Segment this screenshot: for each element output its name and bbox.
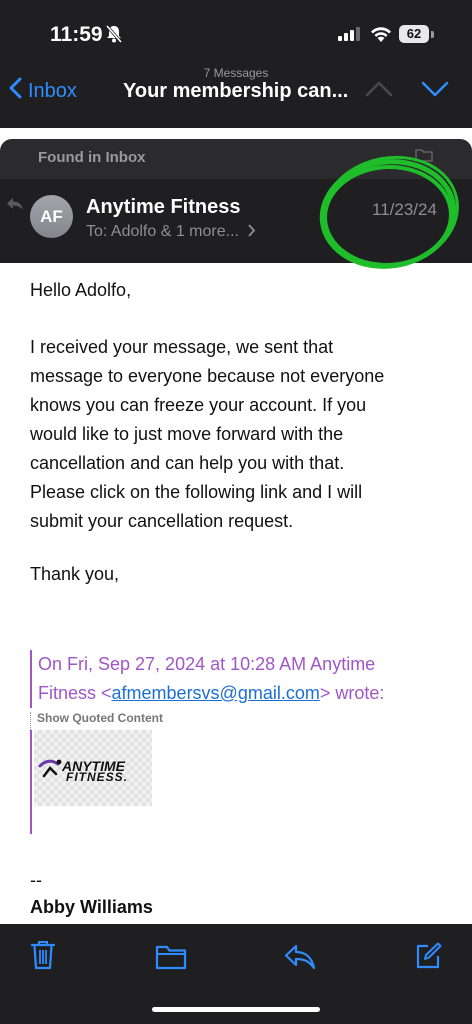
- paragraph-line: would like to just move forward with the: [30, 424, 344, 444]
- paragraph-line: submit your cancellation request.: [30, 511, 294, 531]
- quote-divider: [30, 712, 31, 730]
- back-to-inbox-button[interactable]: Inbox: [8, 77, 77, 105]
- quote-bar: [30, 730, 32, 834]
- status-time: 11:59: [50, 23, 103, 46]
- recipients-line[interactable]: To: Adolfo & 1 more...: [86, 223, 256, 241]
- logo-text-fitness: FITNESS.: [66, 770, 129, 784]
- runner-logo-icon: [38, 758, 64, 785]
- chevron-right-icon: [243, 223, 256, 240]
- paragraph-line: cancellation and can help you with that.: [30, 453, 345, 473]
- battery-tip: [431, 31, 434, 38]
- home-indicator[interactable]: [152, 1007, 320, 1012]
- closing: Thank you,: [30, 564, 120, 584]
- green-highlight-scribble: [312, 150, 462, 285]
- replied-icon: [6, 197, 24, 216]
- sender-name[interactable]: Anytime Fitness: [86, 196, 240, 219]
- reply-icon[interactable]: [284, 944, 316, 975]
- paragraph-line: knows you can freeze your account. If yo…: [30, 395, 367, 415]
- chevron-left-icon: [8, 77, 28, 105]
- paragraph-line: Please click on the following link and I…: [30, 482, 363, 502]
- found-in-label: Found in Inbox: [38, 149, 146, 166]
- quoted-header: On Fri, Sep 27, 2024 at 10:28 AM Anytime…: [30, 650, 448, 708]
- bell-muted-icon: [104, 24, 124, 49]
- show-quoted-content-button[interactable]: Show Quoted Content: [37, 711, 163, 725]
- previous-message-icon[interactable]: [365, 80, 393, 103]
- email-link[interactable]: afmembersvs@gmail.com: [112, 683, 320, 703]
- recipients-text: To: Adolfo & 1 more...: [86, 223, 239, 240]
- top-bar: [0, 0, 472, 128]
- anytime-fitness-logo: ANYTIME FITNESS.: [34, 730, 152, 806]
- move-to-folder-icon[interactable]: [155, 944, 187, 975]
- quote-suffix: > wrote:: [319, 683, 385, 703]
- trash-icon[interactable]: [30, 940, 56, 975]
- thread-title: Your membership can...: [123, 80, 349, 102]
- paragraph-line: I received your message, we sent that: [30, 337, 334, 357]
- message-paragraph: I received your message, we sent that me…: [30, 333, 450, 536]
- quote-prefix: Fitness <: [38, 683, 112, 703]
- cellular-signal-icon: [338, 27, 360, 46]
- compose-icon[interactable]: [414, 942, 442, 975]
- wifi-icon: [370, 25, 392, 47]
- message-count: 7 Messages: [203, 66, 269, 80]
- greeting: Hello Adolfo,: [30, 280, 132, 300]
- signature-name: Abby Williams: [30, 897, 153, 917]
- battery-indicator: 62: [399, 25, 429, 43]
- next-message-icon[interactable]: [421, 80, 449, 103]
- paragraph-line: message to everyone because not everyone: [30, 366, 385, 386]
- signature-separator: --: [30, 870, 42, 890]
- quote-line-1: On Fri, Sep 27, 2024 at 10:28 AM Anytime: [38, 654, 376, 674]
- quote-line-2: Fitness <afmembersvs@gmail.com> wrote:: [38, 679, 448, 708]
- back-label: Inbox: [28, 79, 77, 102]
- sender-avatar[interactable]: AF: [30, 195, 73, 238]
